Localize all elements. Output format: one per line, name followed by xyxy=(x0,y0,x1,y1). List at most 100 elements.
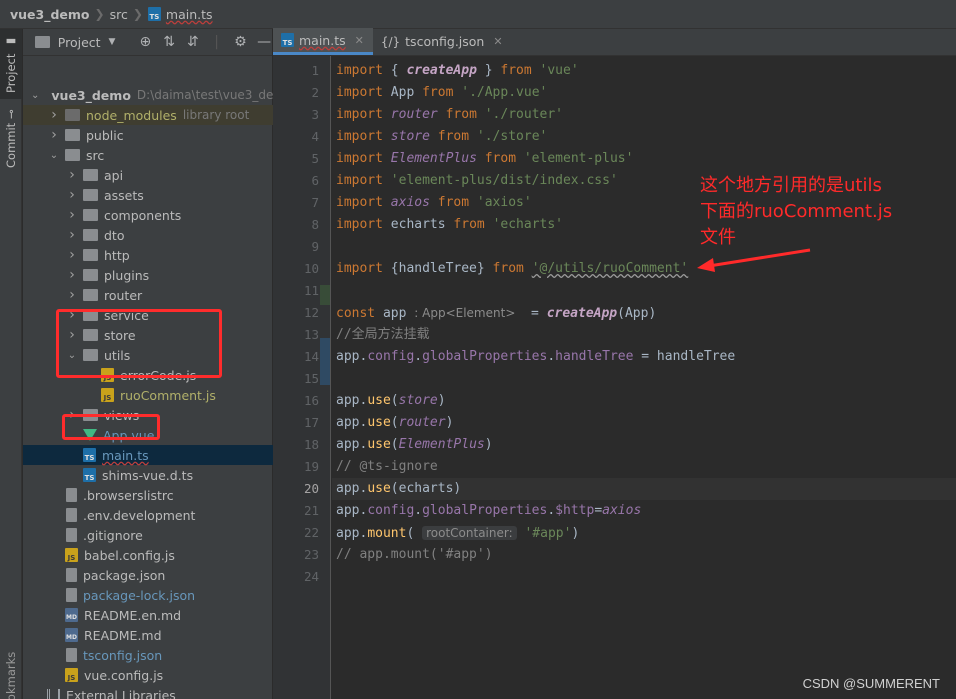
chevron-right-icon[interactable]: › xyxy=(67,187,77,203)
tree-item-main-ts[interactable]: TS main.ts xyxy=(23,445,273,465)
left-tool-strip: Project ▬ Commit ⊸ Bookmarks xyxy=(0,29,22,699)
tree-item-http[interactable]: › http xyxy=(23,245,273,265)
chevron-right-icon[interactable]: › xyxy=(67,247,77,263)
code-line[interactable]: app.use(ElementPlus) xyxy=(332,434,956,456)
tab-tsconfig-json[interactable]: {/} tsconfig.json ✕ xyxy=(373,28,512,55)
chevron-right-icon[interactable]: › xyxy=(67,287,77,303)
tree-item-env-development[interactable]: .env.development xyxy=(23,505,273,525)
code-line[interactable]: app.mount( rootContainer: '#app') xyxy=(332,522,956,544)
tree-item-components[interactable]: › components xyxy=(23,205,273,225)
code-line[interactable]: import { createApp } from 'vue' xyxy=(332,60,956,82)
tree-item-browserslistrc[interactable]: .browserslistrc xyxy=(23,485,273,505)
locate-file-icon[interactable]: ⊕ xyxy=(137,34,153,50)
line-number: 24 xyxy=(303,569,319,584)
code-line[interactable]: import ElementPlus from 'element-plus' xyxy=(332,148,956,170)
annotation-text: 这个地方引用的是utils 下面的ruoComment.js 文件 xyxy=(700,173,940,251)
tree-item-label: .env.development xyxy=(83,507,196,523)
tree-item-dto[interactable]: › dto xyxy=(23,225,273,245)
tree-item-label: babel.config.js xyxy=(84,547,175,563)
tab-main-ts-label: main.ts xyxy=(299,32,346,48)
tree-item-label: http xyxy=(104,247,130,263)
file-icon xyxy=(66,528,77,542)
tree-item-plugins[interactable]: › plugins xyxy=(23,265,273,285)
tree-item-external-libraries[interactable]: External Libraries xyxy=(23,685,273,699)
tree-item-package-lock-json[interactable]: package-lock.json xyxy=(23,585,273,605)
chevron-down-icon[interactable]: ⌄ xyxy=(49,150,59,161)
project-tool-tab[interactable]: Project ▬ xyxy=(0,29,22,99)
tree-item-label: package-lock.json xyxy=(83,587,196,603)
tree-item-vue-config-js[interactable]: JS vue.config.js xyxy=(23,665,273,685)
code-line[interactable]: app.config.globalProperties.$http=axios xyxy=(332,500,956,522)
folder-icon: ▬ xyxy=(4,35,18,50)
tree-item-shims-vue-d-ts[interactable]: TS shims-vue.d.ts xyxy=(23,465,273,485)
tree-item-package-json[interactable]: package.json xyxy=(23,565,273,585)
chevron-right-icon[interactable]: › xyxy=(67,207,77,223)
file-icon xyxy=(66,648,77,662)
folder-icon xyxy=(83,229,98,241)
commit-icon: ⊸ xyxy=(4,109,18,120)
hide-panel-icon[interactable]: — xyxy=(256,34,272,50)
tree-item-gitignore[interactable]: .gitignore xyxy=(23,525,273,545)
code-line[interactable]: // app.mount('#app') xyxy=(332,544,956,566)
chevron-right-icon[interactable]: › xyxy=(67,167,77,183)
tree-item-readme-md[interactable]: MD README.md xyxy=(23,625,273,645)
code-line[interactable]: import store from './store' xyxy=(332,126,956,148)
annotation-arrow xyxy=(697,248,811,272)
breadcrumb-file[interactable]: main.ts xyxy=(166,7,213,22)
code-area[interactable]: import { createApp } from 'vue' import Ap… xyxy=(332,56,956,699)
tree-item-node-modules[interactable]: › node_modules library root xyxy=(23,105,273,125)
code-line[interactable]: // @ts-ignore xyxy=(332,456,956,478)
line-number: 2 xyxy=(311,85,319,100)
tab-main-ts[interactable]: TS main.ts ✕ xyxy=(273,28,373,55)
folder-icon xyxy=(83,269,98,281)
vcs-modified-marker xyxy=(320,338,330,385)
tree-item-public[interactable]: › public xyxy=(23,125,273,145)
project-view-selector[interactable]: Project xyxy=(58,35,101,50)
line-number: 6 xyxy=(311,173,319,188)
code-line[interactable] xyxy=(332,566,956,588)
chevron-right-icon[interactable]: › xyxy=(67,227,77,243)
tree-item-api[interactable]: › api xyxy=(23,165,273,185)
chevron-right-icon[interactable]: › xyxy=(49,127,59,143)
folder-icon xyxy=(65,129,80,141)
code-line[interactable]: import router from './router' xyxy=(332,104,956,126)
bookmarks-tool-tab[interactable]: Bookmarks xyxy=(0,652,22,699)
code-line[interactable]: const app : App<Element> = createApp(App… xyxy=(332,302,956,324)
code-line[interactable]: //全局方法挂载 xyxy=(332,324,956,346)
tree-item-src[interactable]: ⌄ src xyxy=(23,145,273,165)
code-line[interactable]: app.use(store) xyxy=(332,390,956,412)
chevron-right-icon[interactable]: › xyxy=(67,267,77,283)
code-line[interactable] xyxy=(332,368,956,390)
breadcrumb-project[interactable]: vue3_demo xyxy=(10,7,90,22)
line-number: 15 xyxy=(303,371,319,386)
tree-item-assets[interactable]: › assets xyxy=(23,185,273,205)
tree-item-babel-config-js[interactable]: JS babel.config.js xyxy=(23,545,273,565)
tree-item-router[interactable]: › router xyxy=(23,285,273,305)
collapse-all-icon[interactable]: ⇵ xyxy=(185,34,201,50)
expand-all-icon[interactable]: ⇅ xyxy=(161,34,177,50)
code-line[interactable]: import {handleTree} from '@/utils/ruoCom… xyxy=(332,258,956,280)
close-icon[interactable]: ✕ xyxy=(355,34,364,47)
commit-tool-tab[interactable]: Commit ⊸ xyxy=(0,107,22,171)
tree-item-label: dto xyxy=(104,227,125,243)
code-line[interactable]: app.config.globalProperties.handleTree =… xyxy=(332,346,956,368)
tree-item-ruocomment-js[interactable]: JS ruoComment.js xyxy=(23,385,273,405)
chevron-down-icon[interactable]: ▼ xyxy=(109,37,116,47)
code-line[interactable]: import App from './App.vue' xyxy=(332,82,956,104)
code-line[interactable]: app.use(router) xyxy=(332,412,956,434)
tree-item-readme-en-md[interactable]: MD README.en.md xyxy=(23,605,273,625)
close-icon[interactable]: ✕ xyxy=(493,35,502,48)
tree-item-label: src xyxy=(86,147,105,163)
chevron-down-icon[interactable]: ⌄ xyxy=(31,90,39,101)
tree-item-tsconfig-json[interactable]: tsconfig.json xyxy=(23,645,273,665)
tree-item-vue3-demo[interactable]: ⌄ vue3_demo D:\daima\test\vue3_de xyxy=(23,85,273,105)
line-number: 7 xyxy=(311,195,319,210)
line-number: 3 xyxy=(311,107,319,122)
code-line[interactable]: app.use(echarts) xyxy=(332,478,956,500)
code-line[interactable] xyxy=(332,280,956,302)
gear-icon[interactable]: ⚙ xyxy=(232,34,248,50)
tree-item-label: public xyxy=(86,127,124,143)
javascript-file-icon: JS xyxy=(65,548,78,562)
chevron-right-icon[interactable]: › xyxy=(49,107,59,123)
breadcrumb-folder[interactable]: src xyxy=(110,7,128,22)
